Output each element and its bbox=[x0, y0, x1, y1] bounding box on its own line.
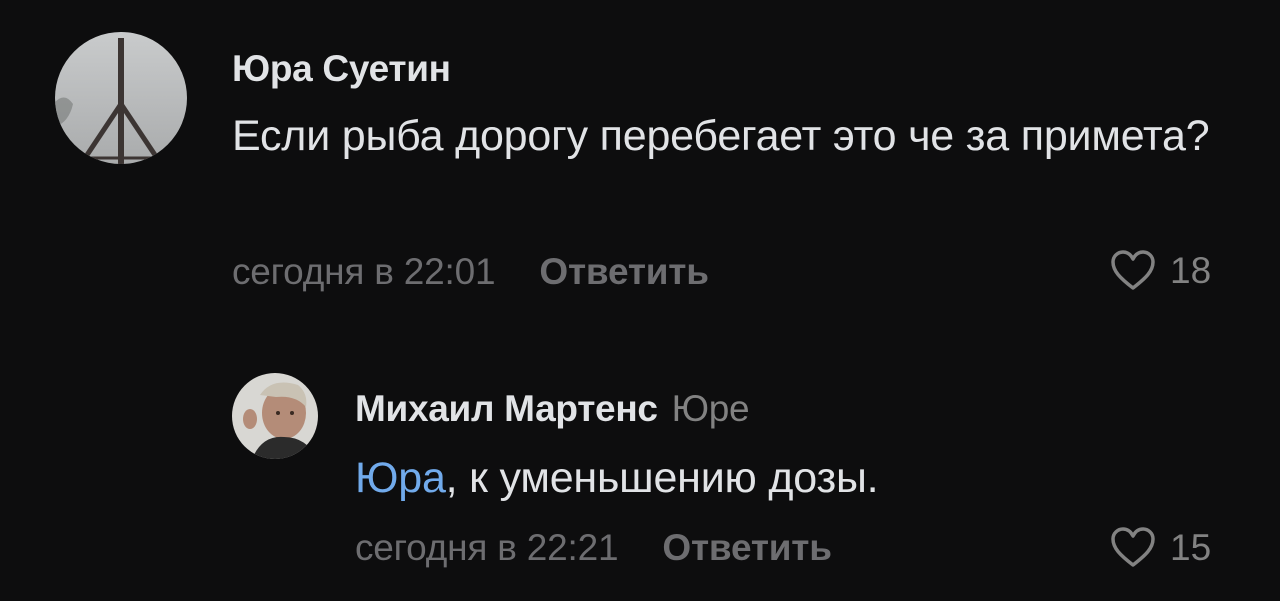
reply-meta: сегодня в 22:21 Ответить bbox=[355, 527, 832, 569]
reply-reply-button[interactable]: Ответить bbox=[662, 527, 832, 568]
reply-like-count: 15 bbox=[1170, 527, 1212, 568]
heart-icon bbox=[1111, 527, 1155, 567]
reply-author: Михаил Мартенс Юре bbox=[355, 388, 750, 430]
comment-meta: сегодня в 22:01 Ответить bbox=[232, 251, 709, 293]
person-photo-icon bbox=[232, 373, 318, 459]
reply-button[interactable]: Ответить bbox=[539, 251, 709, 292]
heart-icon bbox=[1111, 250, 1155, 290]
mention-link[interactable]: Юра bbox=[355, 454, 446, 502]
timestamp: сегодня в 22:01 bbox=[232, 251, 496, 292]
reply-avatar[interactable] bbox=[232, 373, 318, 459]
peace-sign-icon bbox=[55, 32, 187, 164]
reply-text-body: , к уменьшению дозы. bbox=[445, 454, 879, 502]
reply-text: Юра, к уменьшению дозы. bbox=[355, 446, 1235, 510]
avatar[interactable] bbox=[55, 32, 187, 164]
author-name[interactable]: Юра Суетин bbox=[232, 48, 451, 90]
reply-author-name[interactable]: Михаил Мартенс bbox=[355, 388, 658, 429]
reply-addressee[interactable]: Юре bbox=[672, 388, 750, 429]
like-count: 18 bbox=[1170, 250, 1212, 291]
comment-text: Если рыба дорогу перебегает это че за пр… bbox=[232, 112, 1210, 160]
reply-like-button[interactable]: 15 bbox=[1110, 527, 1211, 569]
like-button[interactable]: 18 bbox=[1110, 250, 1211, 292]
comment-thread: Юра Суетин Если рыба дорогу перебегает э… bbox=[0, 0, 1280, 601]
reply-timestamp: сегодня в 22:21 bbox=[355, 527, 619, 568]
